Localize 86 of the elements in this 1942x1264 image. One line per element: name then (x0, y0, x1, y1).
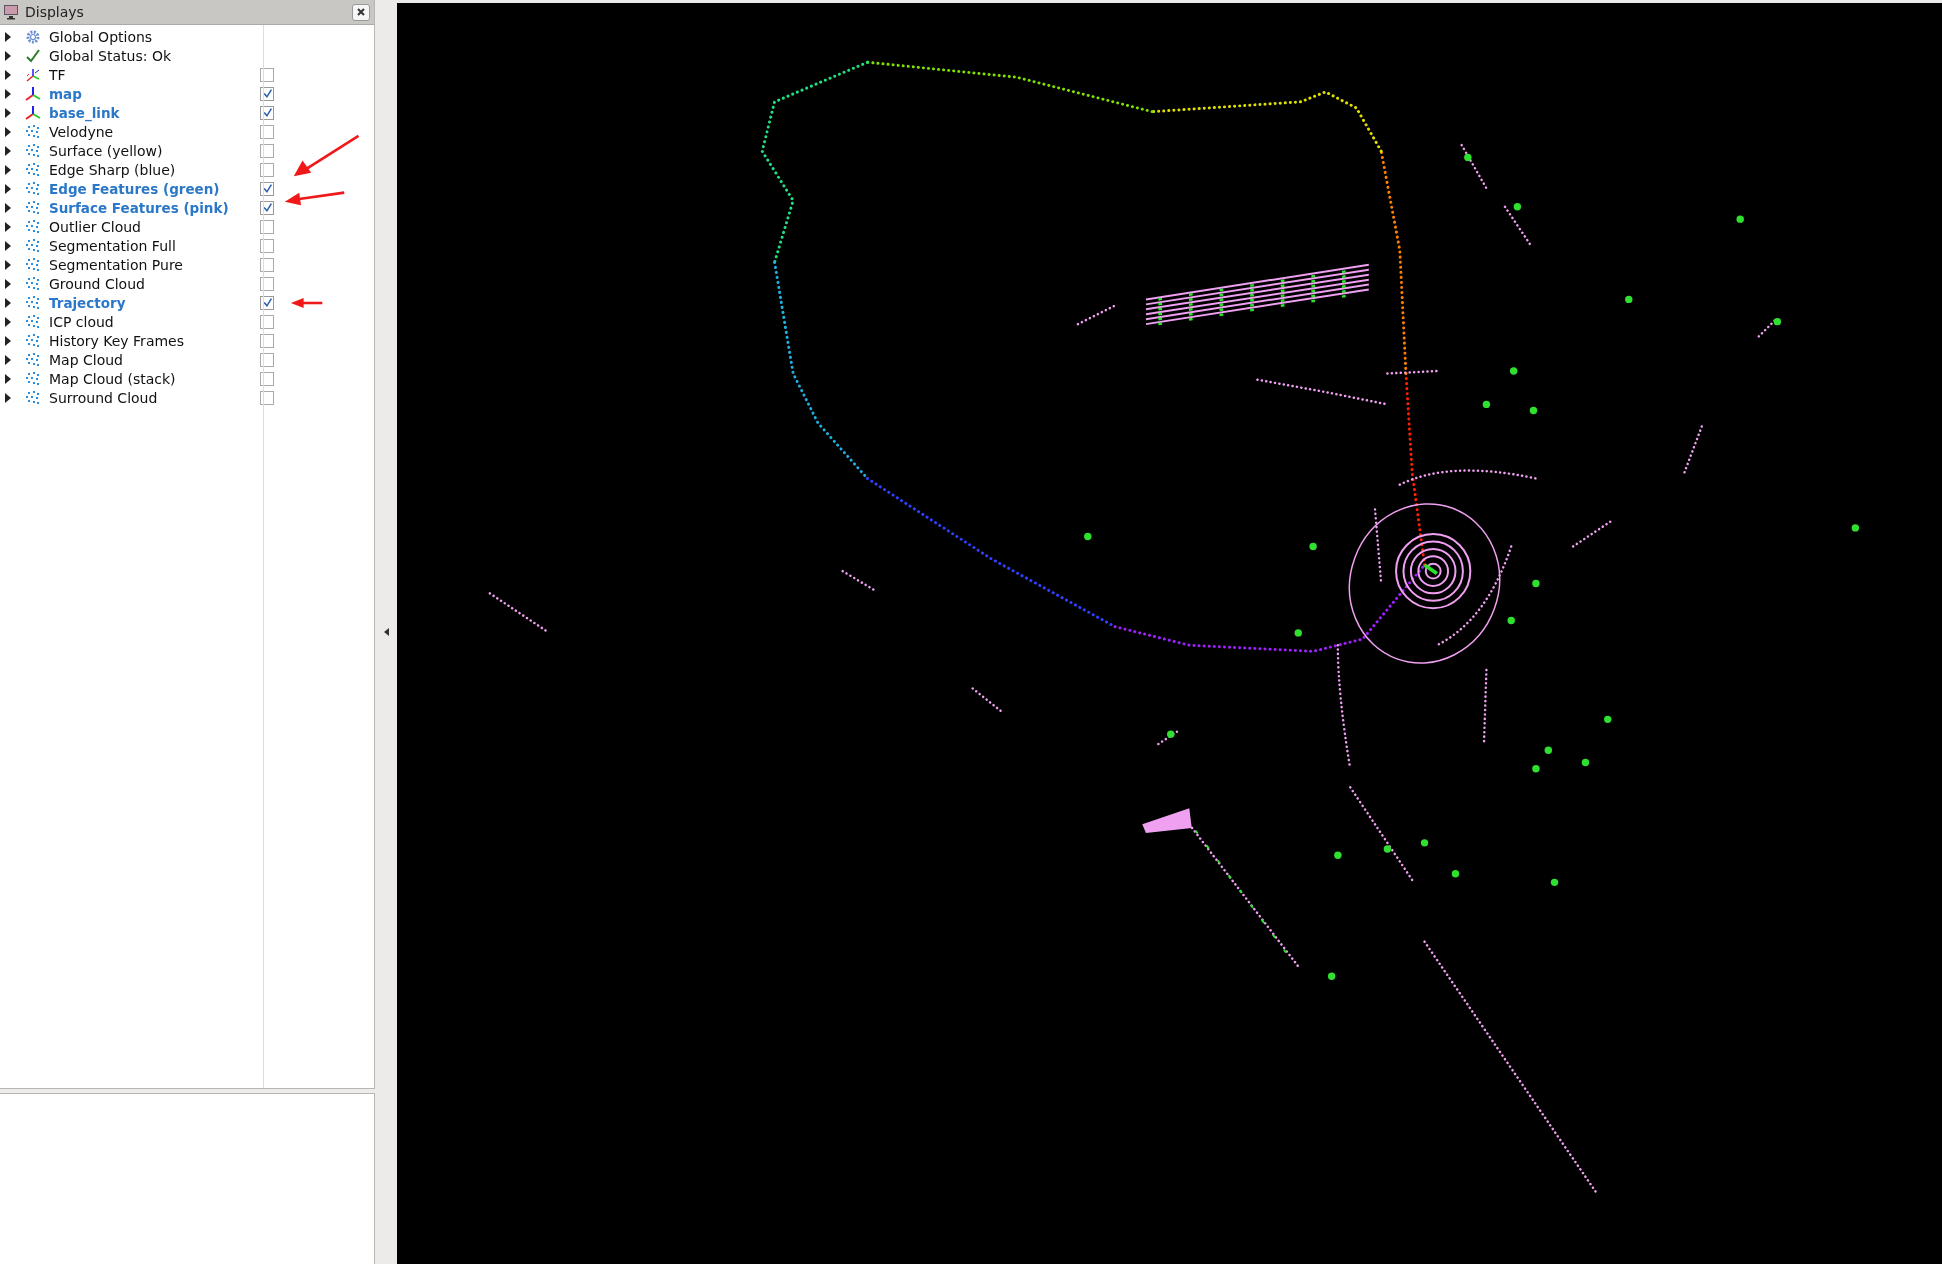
display-label[interactable]: Surface (yellow) (49, 142, 254, 159)
checkbox[interactable] (260, 181, 274, 196)
annotation-arrow (290, 297, 324, 309)
axes-icon (25, 85, 41, 102)
expand-arrow-icon[interactable] (5, 31, 11, 42)
collapse-arrow-icon[interactable] (383, 628, 389, 636)
display-label[interactable]: Surface Features (pink) (49, 199, 254, 216)
expand-arrow-icon[interactable] (5, 240, 11, 251)
display-label[interactable]: Trajectory (49, 294, 254, 311)
display-label[interactable]: ICP cloud (49, 313, 254, 330)
point-cloud-icon (25, 275, 41, 292)
expand-arrow-icon[interactable] (5, 278, 11, 289)
point-cloud-icon (25, 199, 41, 216)
point-cloud-icon (25, 294, 41, 311)
checkbox[interactable] (260, 352, 274, 367)
display-label[interactable]: History Key Frames (49, 332, 254, 349)
checkmark-icon (25, 47, 41, 64)
gear-icon (25, 28, 41, 45)
display-label[interactable]: base_link (49, 104, 254, 121)
expand-arrow-icon[interactable] (5, 259, 11, 270)
checkbox[interactable] (260, 67, 274, 82)
checkbox[interactable] (260, 200, 274, 215)
axes-icon (25, 66, 41, 83)
display-label[interactable]: Surround Cloud (49, 389, 254, 406)
checkbox[interactable] (260, 238, 274, 253)
annotation-arrow (283, 190, 346, 208)
display-label[interactable]: Edge Features (green) (49, 180, 254, 197)
expand-arrow-icon[interactable] (5, 202, 11, 213)
expand-arrow-icon[interactable] (5, 297, 11, 308)
point-cloud-icon (25, 142, 41, 159)
expand-arrow-icon[interactable] (5, 69, 11, 80)
display-label[interactable]: Global Status: Ok (49, 47, 254, 64)
expand-arrow-icon[interactable] (5, 221, 11, 232)
point-cloud-icon (25, 351, 41, 368)
expand-arrow-icon[interactable] (5, 88, 11, 99)
expand-arrow-icon[interactable] (5, 50, 11, 61)
expand-arrow-icon[interactable] (5, 392, 11, 403)
point-cloud-icon (25, 370, 41, 387)
display-label[interactable]: map (49, 85, 254, 102)
checkbox[interactable] (260, 295, 274, 310)
point-cloud-icon (25, 332, 41, 349)
expand-arrow-icon[interactable] (5, 373, 11, 384)
display-label[interactable]: Map Cloud (stack) (49, 370, 254, 387)
display-label[interactable]: Ground Cloud (49, 275, 254, 292)
expand-arrow-icon[interactable] (5, 316, 11, 327)
point-cloud-icon (25, 161, 41, 178)
display-label[interactable]: Velodyne (49, 123, 254, 140)
checkbox[interactable] (260, 219, 274, 234)
checkbox[interactable] (260, 276, 274, 291)
point-cloud-icon (25, 256, 41, 273)
display-label[interactable]: Outlier Cloud (49, 218, 254, 235)
expand-arrow-icon[interactable] (5, 126, 11, 137)
checkbox[interactable] (260, 143, 274, 158)
checkbox[interactable] (260, 390, 274, 405)
point-cloud-icon (25, 313, 41, 330)
display-label[interactable]: TF (49, 66, 254, 83)
checkbox[interactable] (260, 162, 274, 177)
checkbox[interactable] (260, 105, 274, 120)
point-cloud-icon (25, 389, 41, 406)
expand-arrow-icon[interactable] (5, 145, 11, 156)
checkbox[interactable] (260, 257, 274, 272)
point-cloud-icon (25, 237, 41, 254)
display-label[interactable]: Segmentation Full (49, 237, 254, 254)
expand-arrow-icon[interactable] (5, 354, 11, 365)
expand-arrow-icon[interactable] (5, 164, 11, 175)
checkbox[interactable] (260, 333, 274, 348)
checkbox[interactable] (260, 371, 274, 386)
checkbox[interactable] (260, 124, 274, 139)
checkbox[interactable] (260, 314, 274, 329)
point-cloud-icon (25, 218, 41, 235)
checkbox[interactable] (260, 86, 274, 101)
display-label[interactable]: Map Cloud (49, 351, 254, 368)
display-label[interactable]: Segmentation Pure (49, 256, 254, 273)
close-button[interactable] (352, 3, 370, 21)
display-label[interactable]: Global Options (49, 28, 254, 45)
point-cloud-icon (25, 123, 41, 140)
close-icon (356, 7, 366, 17)
expand-arrow-icon[interactable] (5, 335, 11, 346)
panel-title: Displays (25, 4, 85, 20)
monitor-icon (3, 4, 19, 20)
display-label[interactable]: Edge Sharp (blue) (49, 161, 254, 178)
annotation-arrow (292, 133, 362, 179)
axes-icon (25, 104, 41, 121)
expand-arrow-icon[interactable] (5, 107, 11, 118)
point-cloud-icon (25, 180, 41, 197)
expand-arrow-icon[interactable] (5, 183, 11, 194)
